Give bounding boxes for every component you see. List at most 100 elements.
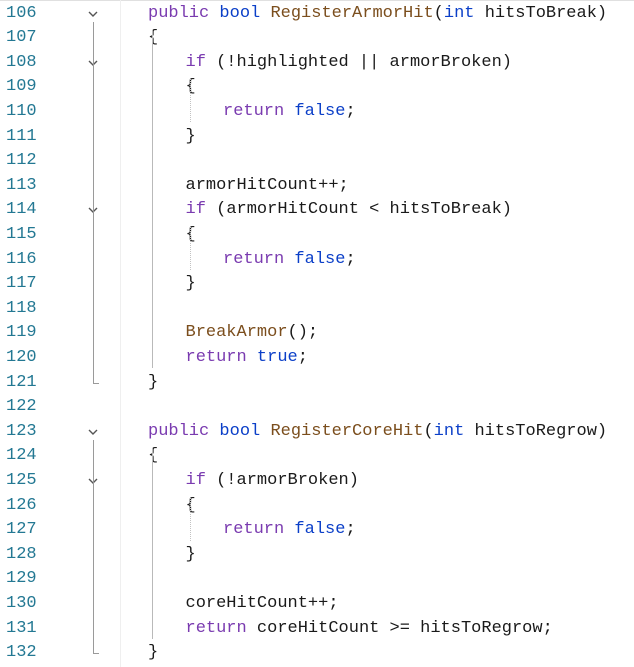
token-sym: ) bbox=[501, 52, 512, 72]
line-number: 120 bbox=[6, 347, 37, 367]
code-text[interactable]: } bbox=[148, 371, 158, 396]
code-line-115[interactable]: 115 { bbox=[0, 223, 634, 248]
token-sym: ; bbox=[542, 618, 553, 638]
code-text[interactable]: } bbox=[186, 125, 196, 150]
code-text[interactable]: { bbox=[186, 75, 196, 100]
code-line-120[interactable]: 120 return true; bbox=[0, 346, 634, 371]
code-text[interactable]: public bool RegisterCoreHit(int hitsToRe… bbox=[148, 420, 607, 445]
code-line-113[interactable]: 113 armorHitCount++; bbox=[0, 174, 634, 199]
code-text[interactable]: if (!highlighted || armorBroken) bbox=[186, 51, 512, 76]
token-sym: < bbox=[358, 200, 390, 220]
code-line-122[interactable]: 122 bbox=[0, 395, 634, 420]
code-line-107[interactable]: 107 { bbox=[0, 26, 634, 51]
token-type: false bbox=[294, 520, 346, 540]
token-sym: } bbox=[185, 544, 196, 564]
code-line-127[interactable]: 127 return false; bbox=[0, 518, 634, 543]
code-line-124[interactable]: 124 { bbox=[0, 444, 634, 469]
code-line-109[interactable]: 109 { bbox=[0, 75, 634, 100]
code-editor[interactable]: 106 public bool RegisterArmorHit(int hits… bbox=[0, 0, 634, 667]
code-text[interactable]: armorHitCount++; bbox=[186, 174, 349, 199]
line-number: 112 bbox=[6, 151, 37, 171]
code-text[interactable]: return false; bbox=[223, 248, 356, 273]
code-text[interactable]: { bbox=[186, 223, 196, 248]
line-number: 130 bbox=[6, 593, 37, 613]
token-id: hitsToRegrow bbox=[420, 618, 543, 638]
token-sym bbox=[284, 102, 294, 121]
code-line-129[interactable]: 129 bbox=[0, 567, 634, 592]
token-sym: { bbox=[185, 77, 196, 97]
token-sym bbox=[247, 619, 257, 638]
code-line-117[interactable]: 117} bbox=[0, 272, 634, 297]
token-sym: (); bbox=[287, 323, 319, 343]
token-sym: { bbox=[148, 446, 159, 466]
code-text[interactable]: return false; bbox=[223, 100, 356, 125]
token-id: coreHitCount bbox=[256, 618, 380, 638]
code-line-128[interactable]: 128} bbox=[0, 543, 634, 568]
code-text[interactable]: { bbox=[148, 444, 158, 469]
line-number: 116 bbox=[6, 249, 37, 269]
code-text[interactable]: coreHitCount++; bbox=[186, 592, 339, 617]
code-line-118[interactable]: 118 bbox=[0, 297, 634, 322]
line-number: 111 bbox=[6, 126, 37, 146]
code-text[interactable]: } bbox=[186, 543, 196, 568]
code-text[interactable]: return false; bbox=[223, 518, 356, 543]
line-number: 115 bbox=[6, 224, 37, 244]
code-line-116[interactable]: 116 return false; bbox=[0, 248, 634, 273]
token-sym: ) bbox=[596, 421, 608, 441]
code-line-110[interactable]: 110 return false; bbox=[0, 100, 634, 125]
code-line-119[interactable]: 119 BreakArmor(); bbox=[0, 321, 634, 346]
code-text[interactable]: } bbox=[186, 272, 196, 297]
token-kw: return bbox=[185, 347, 247, 367]
line-number: 117 bbox=[6, 274, 37, 294]
code-text[interactable]: } bbox=[148, 641, 158, 666]
token-sym: ; bbox=[345, 520, 356, 540]
token-sym: ) bbox=[596, 3, 608, 23]
code-line-114[interactable]: 114 if (armorHitCount < hitsToBreak) bbox=[0, 198, 634, 223]
code-line-130[interactable]: 130 coreHitCount++; bbox=[0, 592, 634, 617]
token-type: int bbox=[433, 421, 465, 441]
code-line-106[interactable]: 106 public bool RegisterArmorHit(int hits… bbox=[0, 2, 634, 27]
token-sym: (! bbox=[205, 52, 237, 72]
code-text[interactable]: if (!armorBroken) bbox=[186, 469, 359, 494]
token-sym: ( bbox=[433, 3, 444, 23]
token-kw: public bbox=[148, 3, 210, 23]
token-sym: } bbox=[185, 274, 196, 294]
token-sym bbox=[284, 250, 294, 269]
code-line-108[interactable]: 108 if (!highlighted || armorBroken) bbox=[0, 51, 634, 76]
code-line-126[interactable]: 126 { bbox=[0, 494, 634, 519]
code-line-131[interactable]: 131 return coreHitCount >= hitsToRegrow; bbox=[0, 617, 634, 642]
code-line-112[interactable]: 112 bbox=[0, 149, 634, 174]
code-text[interactable]: if (armorHitCount < hitsToBreak) bbox=[186, 198, 512, 223]
line-number: 128 bbox=[6, 544, 37, 564]
chevron-down-icon[interactable] bbox=[86, 425, 100, 439]
token-sym bbox=[260, 4, 270, 23]
token-id: coreHitCount bbox=[185, 593, 308, 613]
token-id: armorHitCount bbox=[185, 175, 319, 195]
token-id: hitsToBreak bbox=[484, 3, 597, 23]
code-text[interactable]: { bbox=[186, 494, 196, 519]
token-fn: RegisterCoreHit bbox=[270, 421, 424, 441]
code-text[interactable]: public bool RegisterArmorHit(int hitsToB… bbox=[148, 2, 607, 27]
token-sym: ++; bbox=[318, 175, 349, 195]
line-number: 132 bbox=[6, 643, 37, 663]
indent-guide-method-2 bbox=[152, 448, 153, 640]
chevron-down-icon[interactable] bbox=[86, 7, 100, 21]
code-text[interactable]: return true; bbox=[186, 346, 308, 371]
token-sym bbox=[209, 4, 219, 23]
code-line-111[interactable]: 111} bbox=[0, 125, 634, 150]
token-sym bbox=[284, 520, 294, 539]
code-line-123[interactable]: 123 public bool RegisterCoreHit(int hitsT… bbox=[0, 420, 634, 445]
token-sym bbox=[474, 4, 484, 23]
token-type: false bbox=[294, 249, 346, 269]
line-number: 122 bbox=[6, 397, 37, 417]
code-text[interactable]: return coreHitCount >= hitsToRegrow; bbox=[186, 617, 553, 642]
code-text[interactable]: BreakArmor(); bbox=[186, 321, 319, 346]
line-number: 110 bbox=[6, 101, 37, 121]
code-text[interactable]: { bbox=[148, 26, 158, 51]
code-line-125[interactable]: 125 if (!armorBroken) bbox=[0, 469, 634, 494]
token-kw: public bbox=[148, 421, 210, 441]
token-id: hitsToBreak bbox=[389, 200, 502, 220]
token-id: hitsToRegrow bbox=[474, 421, 597, 441]
token-fn: RegisterArmorHit bbox=[270, 3, 434, 23]
indent-guide-if-1 bbox=[189, 79, 191, 123]
